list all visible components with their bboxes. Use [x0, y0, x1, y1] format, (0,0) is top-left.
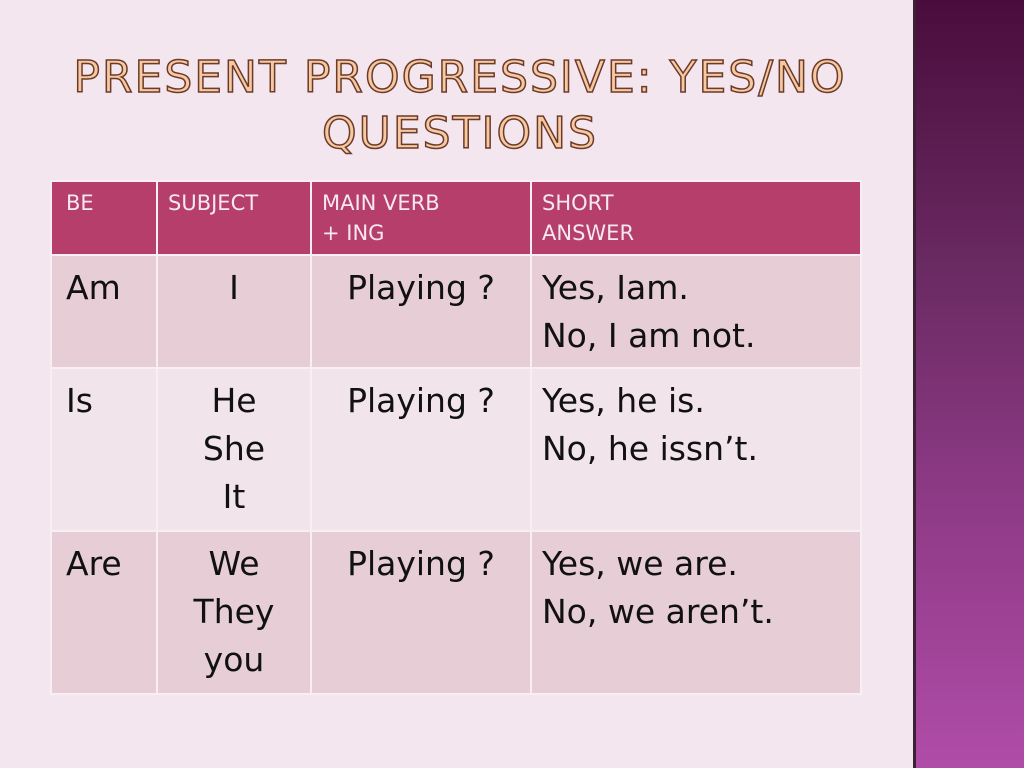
table-row: Am I Playing ? Yes, Iam. No, I am not. — [50, 254, 862, 369]
answer-yes: Yes, we are. — [542, 544, 738, 583]
header-subject-label: SUBJECT — [168, 191, 259, 215]
grammar-table: BE SUBJECT MAIN VERB + ING SHORT ANSWER … — [50, 180, 862, 695]
header-row: BE SUBJECT MAIN VERB + ING SHORT ANSWER — [50, 180, 862, 256]
slide-title: PRESENT PROGRESSIVE: YES/NO QUESTIONS — [60, 50, 860, 162]
header-main-verb-line-1: MAIN VERB — [322, 191, 440, 215]
cell-subject: I — [156, 254, 312, 369]
answer-yes: Yes, Iam. — [542, 268, 689, 307]
cell-subject: He She It — [156, 367, 312, 532]
title-line-1: PRESENT PROGRESSIVE: YES/NO — [73, 51, 847, 104]
cell-be: Is — [50, 367, 158, 532]
table-row: Is He She It Playing ? Yes, he is. No, h… — [50, 367, 862, 532]
subject-item: He — [211, 381, 257, 420]
cell-short-answer: Yes, he is. No, he issn’t. — [530, 367, 862, 532]
cell-verb: Playing ? — [310, 367, 532, 532]
header-short-answer-line-1: SHORT — [542, 191, 614, 215]
subject-item: It — [222, 477, 246, 516]
cell-verb: Playing ? — [310, 254, 532, 369]
cell-short-answer: Yes, we are. No, we aren’t. — [530, 530, 862, 695]
decorative-side-panel — [913, 0, 1024, 768]
cell-be: Am — [50, 254, 158, 369]
answer-no: No, I am not. — [542, 316, 756, 355]
header-be: BE — [50, 180, 158, 256]
answer-yes: Yes, he is. — [542, 381, 705, 420]
subject-item: you — [203, 640, 265, 679]
header-main-verb-line-2: + ING — [322, 221, 385, 245]
cell-short-answer: Yes, Iam. No, I am not. — [530, 254, 862, 369]
cell-subject: We They you — [156, 530, 312, 695]
subject-item: They — [193, 592, 275, 631]
header-short-answer-line-2: ANSWER — [542, 221, 635, 245]
subject-item: We — [208, 544, 260, 583]
title-line-2: QUESTIONS — [321, 107, 598, 160]
header-short-answer: SHORT ANSWER — [530, 180, 862, 256]
subject-item: I — [229, 268, 239, 307]
header-subject: SUBJECT — [156, 180, 312, 256]
cell-be: Are — [50, 530, 158, 695]
table-row: Are We They you Playing ? Yes, we are. N… — [50, 530, 862, 695]
answer-no: No, he issn’t. — [542, 429, 758, 468]
header-be-label: BE — [66, 191, 94, 215]
subject-item: She — [202, 429, 266, 468]
cell-verb: Playing ? — [310, 530, 532, 695]
answer-no: No, we aren’t. — [542, 592, 774, 631]
header-main-verb: MAIN VERB + ING — [310, 180, 532, 256]
